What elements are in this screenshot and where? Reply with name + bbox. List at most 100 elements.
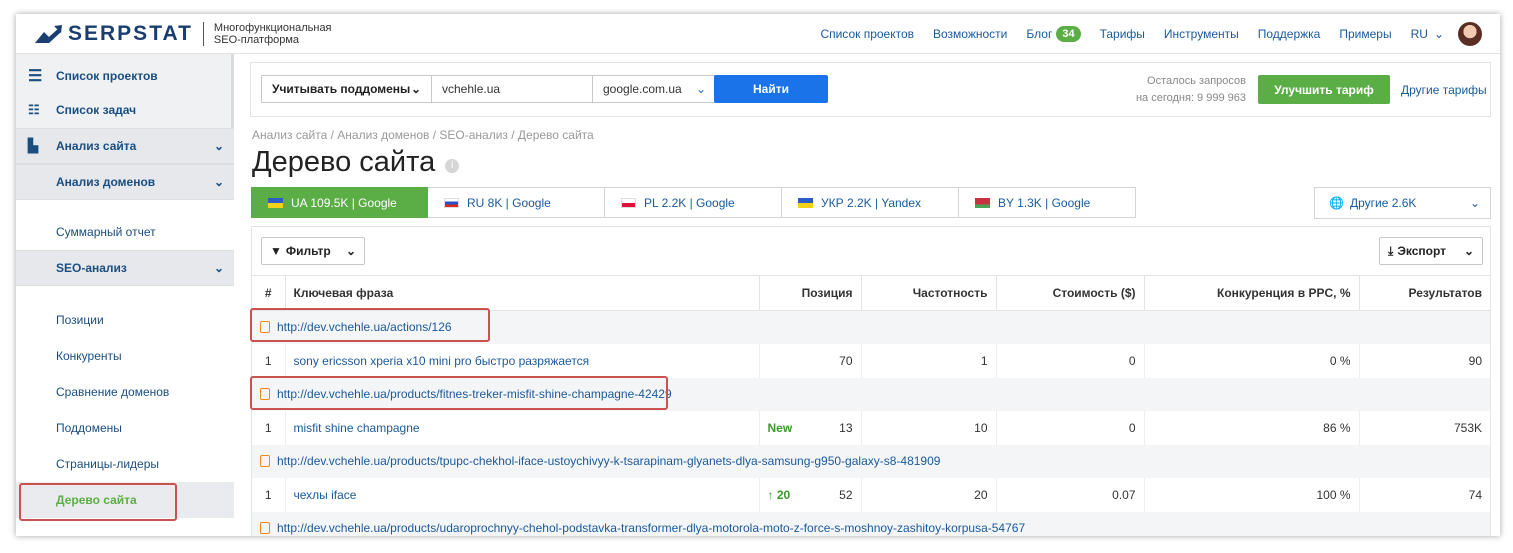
logo-text: SERPSTAT	[68, 22, 193, 45]
sidebar-item-positions[interactable]: Позиции	[16, 308, 234, 332]
cell-results: 90	[1358, 343, 1490, 378]
url-group-row: http://dev.vchehle.ua/products/udaroproc…	[252, 511, 1490, 536]
language-selector[interactable]: RU ⌄	[1411, 27, 1444, 41]
page-icon	[260, 522, 270, 534]
url-cell[interactable]: http://dev.vchehle.ua/products/udaroproc…	[252, 511, 1490, 536]
breadcrumb: Анализ сайта / Анализ доменов / SEO-анал…	[252, 128, 594, 142]
cell-keyword[interactable]: чехлы iface	[284, 477, 759, 512]
new-badge: New	[767, 420, 793, 435]
col-frequency[interactable]: Частотность	[860, 275, 996, 311]
url-link[interactable]: http://dev.vchehle.ua/products/udaroproc…	[277, 521, 1025, 535]
url-cell[interactable]: http://dev.vchehle.ua/products/tpupc-che…	[252, 444, 1490, 478]
export-label: Экспорт	[1397, 244, 1446, 258]
nav-examples[interactable]: Примеры	[1339, 27, 1391, 41]
sidebar-item-tasks[interactable]: ☷ Список задач	[16, 98, 234, 122]
pl-flag-icon	[621, 197, 636, 208]
chevron-down-icon: ⌄	[1463, 244, 1474, 258]
cell-frequency: 10	[860, 410, 996, 445]
sidebar-item-summary[interactable]: Суммарный отчет	[16, 220, 234, 244]
cell-cost: 0.07	[995, 477, 1144, 512]
avatar[interactable]	[1458, 22, 1482, 46]
page-title-text: Дерево сайта	[252, 146, 436, 178]
tab-ukr[interactable]: УКР 2.2K | Yandex	[782, 187, 959, 218]
cell-keyword[interactable]: misfit shine champagne	[284, 410, 759, 445]
nav-pricing[interactable]: Тарифы	[1100, 27, 1145, 41]
logo-divider	[202, 22, 204, 46]
subdomains-select[interactable]: Учитывать поддомены ⌄	[261, 75, 432, 103]
info-icon[interactable]: i	[445, 158, 460, 173]
col-cost[interactable]: Стоимость ($)	[995, 275, 1144, 311]
sidebar-item-site-analysis[interactable]: ▙ Анализ сайта ⌄	[16, 128, 234, 164]
sidebar-item-label: Конкуренты	[56, 349, 122, 363]
page-icon	[260, 455, 270, 467]
nav-tools[interactable]: Инструменты	[1164, 27, 1239, 41]
tab-label: UA 109.5K | Google	[291, 195, 397, 210]
tab-label: УКР 2.2K | Yandex	[821, 195, 922, 210]
search-engine-select[interactable]: google.com.ua ⌄	[592, 75, 715, 103]
col-position[interactable]: Позиция	[758, 275, 861, 311]
find-button[interactable]: Найти	[714, 75, 828, 103]
sidebar-item-domain-analysis[interactable]: Анализ доменов ⌄	[16, 164, 234, 200]
url-group-row: http://dev.vchehle.ua/products/tpupc-che…	[252, 444, 1490, 478]
requests-remaining: Осталось запросов на сегодня: 9 999 963	[1111, 73, 1246, 107]
sidebar-item-top-pages[interactable]: Страницы-лидеры	[16, 452, 234, 476]
tab-label: PL 2.2K | Google	[644, 195, 735, 210]
chart-icon: ▙	[28, 138, 38, 153]
col-results[interactable]: Результатов	[1358, 275, 1490, 311]
tab-label: RU 8K | Google	[467, 195, 551, 210]
sidebar-item-competitors[interactable]: Конкуренты	[16, 344, 234, 368]
domain-input[interactable]: vchehle.ua	[431, 75, 593, 103]
requests-remaining-line-2: на сегодня: 9 999 963	[1135, 92, 1246, 104]
cell-position: ↑ 20 52	[758, 477, 861, 512]
sidebar-item-seo-analysis[interactable]: SEO-анализ ⌄	[16, 250, 234, 286]
chevron-down-icon: ⌄	[410, 82, 421, 96]
cell-results: 74	[1358, 477, 1490, 512]
sidebar-item-projects[interactable]: ☰ Список проектов	[16, 64, 234, 88]
menu-icon: ☰	[28, 68, 43, 85]
col-competition[interactable]: Конкуренция в PPC, %	[1143, 275, 1359, 311]
col-keyword[interactable]: Ключевая фраза	[284, 275, 759, 311]
tab-ru[interactable]: RU 8K | Google	[428, 187, 605, 218]
cell-competition: 0 %	[1143, 343, 1359, 378]
export-button[interactable]: ⤓ Экспорт ⌄	[1379, 237, 1483, 265]
sidebar-item-compare[interactable]: Сравнение доменов	[16, 380, 234, 404]
highlight-box	[19, 483, 177, 521]
sidebar-item-label: Анализ сайта	[56, 139, 137, 153]
tab-pl[interactable]: PL 2.2K | Google	[605, 187, 782, 218]
logo[interactable]: SERPSTAT Многофункциональная SEO-платфор…	[34, 22, 332, 46]
nav-projects[interactable]: Список проектов	[820, 27, 914, 41]
tab-by[interactable]: BY 1.3K | Google	[959, 187, 1136, 218]
tab-ua[interactable]: UA 109.5K | Google	[251, 187, 428, 218]
sidebar-item-label: Позиции	[56, 313, 104, 327]
upgrade-button[interactable]: Улучшить тариф	[1258, 75, 1390, 104]
nav-support[interactable]: Поддержка	[1258, 27, 1321, 41]
url-link[interactable]: http://dev.vchehle.ua/products/tpupc-che…	[277, 454, 940, 468]
tab-other-regions[interactable]: 🌐 Другие 2.6K ⌄	[1314, 187, 1491, 219]
logo-subtitle-line-2: SEO-платформа	[213, 34, 300, 46]
cell-keyword[interactable]: sony ericsson xperia x10 mini pro быстро…	[284, 343, 759, 378]
list-icon: ☷	[28, 102, 40, 117]
chevron-down-icon: ⌄	[1469, 196, 1480, 210]
ua-flag-icon	[798, 197, 813, 208]
table-row: 1 sony ericsson xperia x10 mini pro быст…	[252, 343, 1490, 378]
by-flag-icon	[975, 197, 990, 208]
filter-icon: ▼	[270, 244, 282, 258]
ua-flag-icon	[268, 197, 283, 208]
chevron-down-icon: ⌄	[695, 82, 706, 96]
search-engine-label: google.com.ua	[603, 82, 682, 96]
language-label: RU	[1410, 27, 1428, 41]
cell-number: 1	[264, 353, 272, 368]
nav-features[interactable]: Возможности	[933, 27, 1007, 41]
sidebar-item-label: Страницы-лидеры	[56, 457, 160, 471]
sidebar-item-subdomains[interactable]: Поддомены	[16, 416, 234, 440]
nav-blog[interactable]: Блог 34	[1026, 26, 1081, 42]
chevron-down-icon: ⌄	[1433, 27, 1444, 41]
region-tabs: UA 109.5K | Google RU 8K | Google PL 2.2…	[251, 187, 1136, 218]
tab-other-label: Другие 2.6K	[1349, 196, 1417, 210]
other-plans-link[interactable]: Другие тарифы	[1401, 83, 1487, 97]
chevron-down-icon: ⌄	[345, 244, 356, 258]
col-number[interactable]: #	[252, 275, 285, 311]
logo-mark-icon	[34, 23, 64, 45]
filter-button[interactable]: ▼ Фильтр ⌄	[261, 237, 365, 265]
blog-badge: 34	[1056, 26, 1081, 42]
